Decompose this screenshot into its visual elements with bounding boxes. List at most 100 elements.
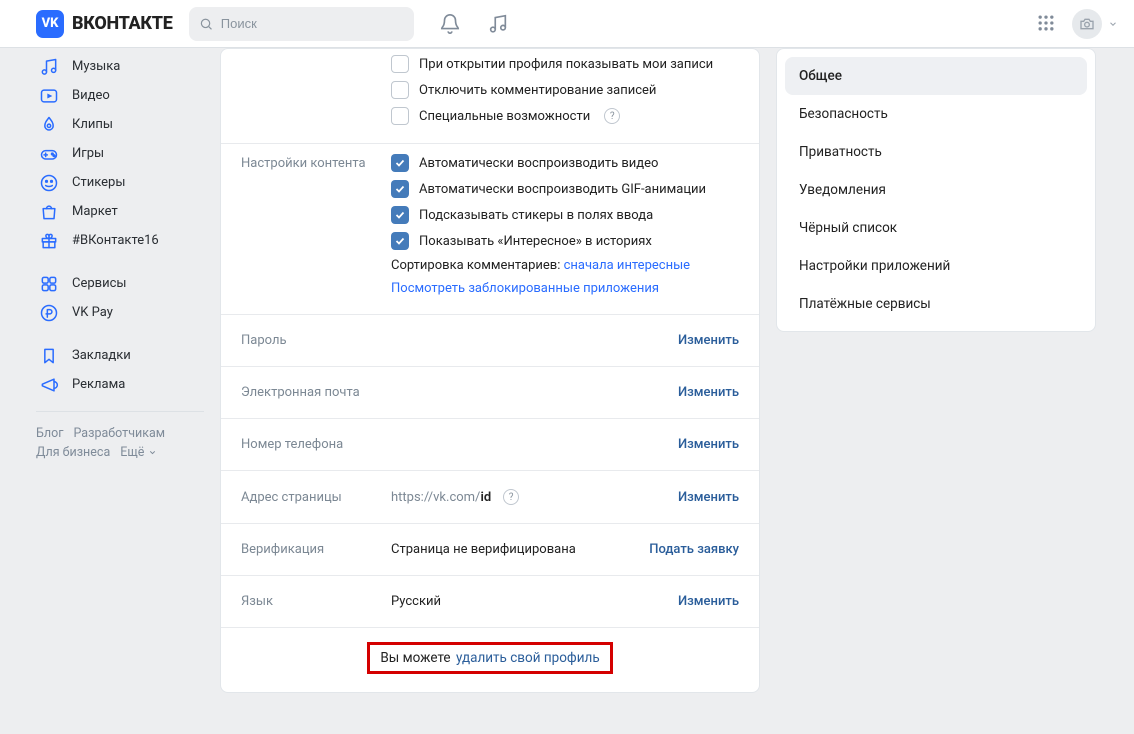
blocked-apps-link[interactable]: Посмотреть заблокированные приложения (391, 281, 659, 296)
music-icon[interactable] (486, 12, 510, 36)
games-icon (38, 143, 60, 165)
footer-developers[interactable]: Разработчикам (73, 426, 165, 441)
settings-row-password: ПарольИзменить (221, 315, 759, 367)
notifications-icon[interactable] (438, 12, 462, 36)
sidebar-item-games[interactable]: Игры (36, 139, 204, 168)
sidebar-item-label: Видео (72, 88, 110, 103)
sidebar-item-label: Сервисы (72, 276, 127, 291)
row-value: Русский (391, 594, 441, 609)
row-label: Верификация (241, 542, 391, 557)
apps-grid-icon[interactable] (1036, 13, 1058, 35)
video-icon (38, 85, 60, 107)
checkbox-option[interactable]: Подсказывать стикеры в полях ввода (391, 206, 739, 224)
row-label: Адрес страницы (241, 490, 391, 505)
vk-logo-icon: VK (36, 10, 64, 38)
checkbox-label: Специальные возможности (419, 109, 590, 124)
checkbox-icon (391, 81, 409, 99)
sidebar-item-music[interactable]: Музыка (36, 52, 204, 81)
footer-business[interactable]: Для бизнеса (36, 445, 110, 460)
sidebar-item-services[interactable]: Сервисы (36, 269, 204, 298)
sidebar-item-label: Игры (72, 146, 104, 161)
comment-sort-select[interactable]: сначала интересные (564, 258, 690, 273)
settings-panel: При открытии профиля показывать мои запи… (220, 48, 760, 693)
sidebar-item-clips[interactable]: Клипы (36, 110, 204, 139)
settings-row-address: Адрес страницыhttps://vk.com/id?Изменить (221, 471, 759, 524)
sidebar-item-market[interactable]: Маркет (36, 197, 204, 226)
row-label: Электронная почта (241, 385, 391, 400)
comment-sort-label: Сортировка комментариев: (391, 258, 560, 273)
services-icon (38, 273, 60, 295)
checkbox-option[interactable]: Отключить комментирование записей (391, 81, 739, 99)
tab-Безопасность[interactable]: Безопасность (785, 95, 1087, 133)
checkbox-icon (391, 232, 409, 250)
sidebar-item-label: Маркет (72, 204, 118, 219)
search-input[interactable] (221, 16, 404, 31)
checkbox-label: Подсказывать стикеры в полях ввода (419, 208, 653, 223)
sidebar-item-label: #ВКонтакте16 (72, 233, 159, 248)
delete-profile-callout: Вы можете удалить свой профиль (367, 642, 612, 674)
chevron-down-icon (1108, 19, 1118, 29)
sidebar-item-label: Клипы (72, 117, 113, 132)
delete-profile-link[interactable]: удалить свой профиль (456, 650, 600, 666)
sidebar-item-stickers[interactable]: Стикеры (36, 168, 204, 197)
search-box[interactable] (189, 7, 414, 41)
sidebar-item-label: Реклама (72, 377, 125, 392)
sidebar-item-pay[interactable]: VK Pay (36, 298, 204, 327)
row-action-phone[interactable]: Изменить (678, 437, 739, 452)
row-value: Страница не верифицирована (391, 542, 576, 557)
stickers-icon (38, 172, 60, 194)
tab-Платёжные сервисы[interactable]: Платёжные сервисы (785, 285, 1087, 323)
checkbox-option[interactable]: Автоматически воспроизводить видео (391, 154, 739, 172)
chevron-down-icon (148, 448, 157, 457)
checkbox-label: Автоматически воспроизводить GIF-анимаци… (419, 182, 706, 197)
ads-icon (38, 374, 60, 396)
footer-more[interactable]: Ещё (120, 445, 157, 460)
tab-Уведомления[interactable]: Уведомления (785, 171, 1087, 209)
help-icon[interactable]: ? (604, 108, 620, 124)
sidebar-item-label: Закладки (72, 348, 131, 363)
logo-text: ВКОНТАКТЕ (72, 13, 173, 34)
sidebar-item-label: Стикеры (72, 175, 125, 190)
checkbox-option[interactable]: Автоматически воспроизводить GIF-анимаци… (391, 180, 739, 198)
row-action-password[interactable]: Изменить (678, 333, 739, 348)
settings-tabs: ОбщееБезопасностьПриватностьУведомленияЧ… (776, 48, 1096, 332)
settings-row-lang: ЯзыкРусский Изменить (221, 576, 759, 628)
row-label: Язык (241, 594, 391, 609)
tab-Настройки приложений[interactable]: Настройки приложений (785, 247, 1087, 285)
profile-menu[interactable] (1072, 9, 1118, 39)
tab-Чёрный список[interactable]: Чёрный список (785, 209, 1087, 247)
left-sidebar: Музыка Видео Клипы Игры Стикеры Маркет #ВКонта… (36, 48, 204, 693)
sidebar-item-video[interactable]: Видео (36, 81, 204, 110)
checkbox-icon (391, 180, 409, 198)
sidebar-item-ads[interactable]: Реклама (36, 370, 204, 399)
sidebar-item-bookmark[interactable]: Закладки (36, 341, 204, 370)
checkbox-option[interactable]: Показывать «Интересное» в историях (391, 232, 739, 250)
checkbox-icon (391, 206, 409, 224)
market-icon (38, 201, 60, 223)
gift-icon (38, 230, 60, 252)
settings-row-email: Электронная почта Изменить (221, 367, 759, 419)
checkbox-icon (391, 154, 409, 172)
footer-blog[interactable]: Блог (36, 426, 63, 441)
checkbox-option[interactable]: Специальные возможности? (391, 107, 739, 125)
row-action-email[interactable]: Изменить (678, 385, 739, 400)
checkbox-option[interactable]: При открытии профиля показывать мои запи… (391, 55, 739, 73)
delete-prefix: Вы можете (380, 650, 450, 666)
logo[interactable]: VK ВКОНТАКТЕ (36, 10, 173, 38)
tab-Приватность[interactable]: Приватность (785, 133, 1087, 171)
row-action-lang[interactable]: Изменить (678, 594, 739, 609)
tab-Общее[interactable]: Общее (785, 57, 1087, 95)
row-action-verify[interactable]: Подать заявку (649, 542, 739, 557)
bookmark-icon (38, 345, 60, 367)
avatar (1072, 9, 1102, 39)
sidebar-item-gift[interactable]: #ВКонтакте16 (36, 226, 204, 255)
row-action-address[interactable]: Изменить (678, 490, 739, 505)
search-icon (199, 16, 213, 32)
checkbox-label: Отключить комментирование записей (419, 83, 656, 98)
row-label: Номер телефона (241, 437, 391, 452)
sidebar-item-label: VK Pay (72, 305, 113, 320)
sidebar-item-label: Музыка (72, 59, 120, 74)
app-header: VK ВКОНТАКТЕ (0, 0, 1134, 48)
help-icon[interactable]: ? (503, 489, 519, 505)
checkbox-icon (391, 107, 409, 125)
